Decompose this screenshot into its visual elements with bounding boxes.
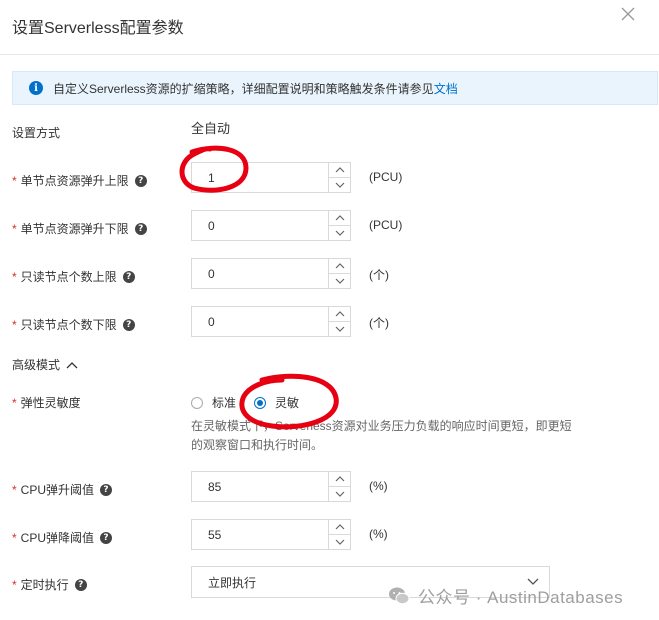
help-icon[interactable]: ? xyxy=(100,531,113,544)
cpu-up-unit: (%) xyxy=(369,479,388,493)
help-icon[interactable]: ? xyxy=(100,483,113,496)
node-lower-unit: (PCU) xyxy=(369,218,403,232)
cpu-up-input[interactable] xyxy=(192,472,328,501)
chevron-down-icon[interactable] xyxy=(329,321,350,336)
schedule-label: * 定时执行 ? xyxy=(12,576,87,593)
chevron-up-icon[interactable] xyxy=(329,307,350,321)
chevron-down-icon[interactable] xyxy=(329,534,350,549)
required-mark: * xyxy=(12,317,17,332)
info-banner: i 自定义Serverless资源的扩缩策略，详细配置说明和策略触发条件请参见文… xyxy=(12,71,658,105)
chevron-up-icon[interactable] xyxy=(329,163,350,177)
chevron-up-icon[interactable] xyxy=(329,259,350,273)
ro-upper-input[interactable] xyxy=(192,259,328,288)
required-mark: * xyxy=(12,221,17,236)
required-mark: * xyxy=(12,395,17,410)
cpu-down-input[interactable] xyxy=(192,520,328,549)
help-icon[interactable]: ? xyxy=(74,578,87,591)
required-mark: * xyxy=(12,577,17,592)
info-text: 自定义Serverless资源的扩缩策略，详细配置说明和策略触发条件请参见 xyxy=(53,81,434,96)
doc-link[interactable]: 文档 xyxy=(434,80,458,97)
ro-upper-label: * 只读节点个数上限 ? xyxy=(12,268,135,285)
required-mark: * xyxy=(12,530,17,545)
chevron-up-icon[interactable] xyxy=(329,472,350,486)
chevron-down-icon[interactable] xyxy=(329,486,350,501)
chevron-down-icon[interactable] xyxy=(329,273,350,288)
required-mark: * xyxy=(12,173,17,188)
radio-sensitive[interactable]: 灵敏 xyxy=(254,394,299,411)
chevron-down-icon[interactable] xyxy=(329,177,350,192)
mode-value: 全自动 xyxy=(191,121,231,136)
required-mark: * xyxy=(12,269,17,284)
sensitivity-label: * 弹性灵敏度 xyxy=(12,395,81,411)
node-upper-label: * 单节点资源弹升上限 ? xyxy=(12,172,147,189)
chevron-up-icon[interactable] xyxy=(329,211,350,225)
dialog-title: 设置Serverless配置参数 xyxy=(12,20,184,37)
node-lower-label: * 单节点资源弹升下限 ? xyxy=(12,220,147,237)
ro-lower-label: * 只读节点个数下限 ? xyxy=(12,316,135,333)
required-mark: * xyxy=(12,482,17,497)
chevron-up-icon xyxy=(66,361,78,369)
chevron-down-icon[interactable] xyxy=(329,225,350,240)
close-icon[interactable] xyxy=(618,4,638,24)
radio-button[interactable] xyxy=(254,396,266,409)
radio-standard[interactable]: 标准 xyxy=(191,394,236,411)
help-icon[interactable]: ? xyxy=(134,174,147,187)
wechat-icon xyxy=(389,587,410,604)
node-upper-unit: (PCU) xyxy=(369,170,403,184)
cpu-down-stepper[interactable] xyxy=(191,519,351,550)
cpu-up-stepper[interactable] xyxy=(191,471,351,502)
ro-lower-stepper[interactable] xyxy=(191,306,351,337)
node-upper-stepper[interactable] xyxy=(191,162,351,193)
header-divider xyxy=(0,54,659,55)
node-lower-input[interactable] xyxy=(192,211,328,240)
mode-label: 设置方式 xyxy=(12,126,61,140)
help-icon[interactable]: ? xyxy=(122,270,135,283)
chevron-up-icon[interactable] xyxy=(329,520,350,534)
ro-lower-unit: (个) xyxy=(369,316,389,330)
help-icon[interactable]: ? xyxy=(134,222,147,235)
advanced-toggle[interactable]: 高级模式 xyxy=(12,356,78,373)
node-upper-input[interactable] xyxy=(192,163,328,192)
ro-lower-input[interactable] xyxy=(192,307,328,336)
node-lower-stepper[interactable] xyxy=(191,210,351,241)
ro-upper-stepper[interactable] xyxy=(191,258,351,289)
ro-upper-unit: (个) xyxy=(369,268,389,282)
watermark: 公众号 · AustinDatabases xyxy=(388,583,623,608)
help-icon[interactable]: ? xyxy=(122,318,135,331)
cpu-up-label: * CPU弹升阈值 ? xyxy=(12,481,113,498)
sensitivity-hint: 在灵敏模式下，Serverless资源对业务压力负载的响应时间更短，即更短 的观… xyxy=(191,419,572,452)
radio-button[interactable] xyxy=(191,396,203,409)
cpu-down-unit: (%) xyxy=(369,527,388,541)
cpu-down-label: * CPU弹降阈值 ? xyxy=(12,529,113,546)
info-icon: i xyxy=(29,81,43,95)
